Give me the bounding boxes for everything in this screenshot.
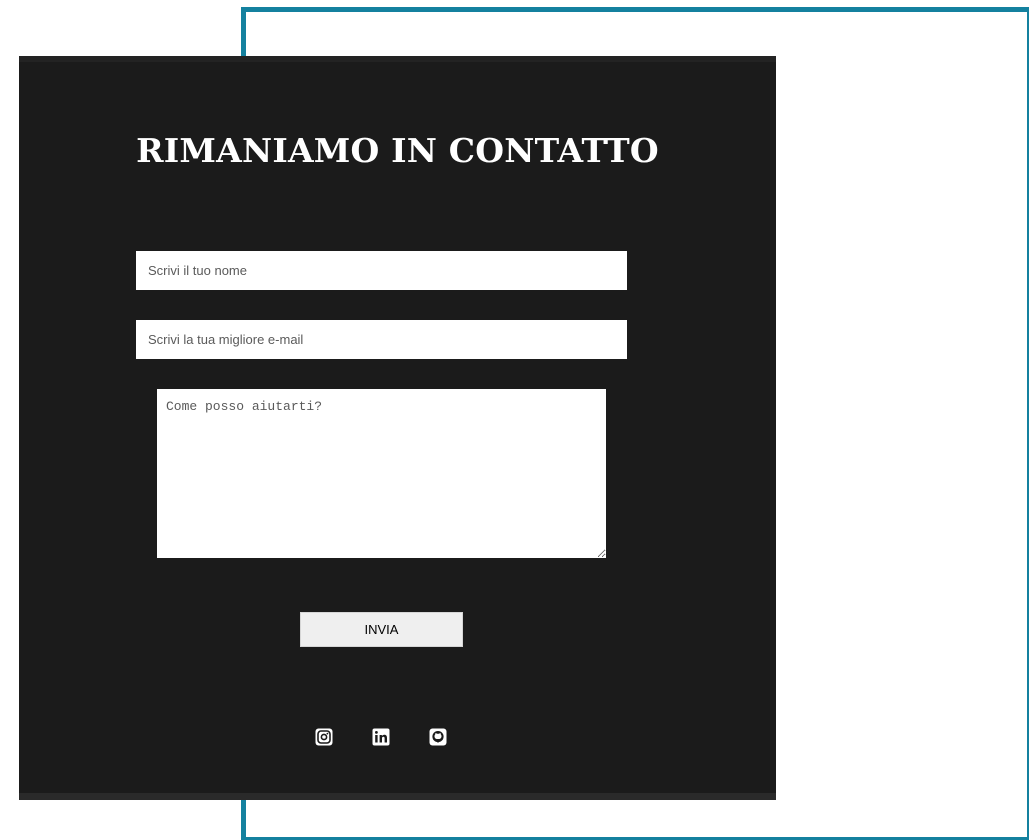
- github-icon: [429, 728, 447, 746]
- github-link[interactable]: [429, 728, 447, 746]
- social-links: [315, 728, 455, 748]
- linkedin-link[interactable]: [372, 728, 390, 746]
- submit-button[interactable]: INVIA: [300, 612, 463, 647]
- instagram-icon: [315, 728, 333, 746]
- page-title: RIMANIAMO IN CONTATTO: [136, 131, 659, 170]
- panel-bottom-divider: [19, 793, 776, 800]
- name-input[interactable]: [136, 251, 627, 290]
- email-input[interactable]: [136, 320, 627, 359]
- contact-panel: RIMANIAMO IN CONTATTO INVIA: [19, 56, 776, 800]
- message-textarea[interactable]: [157, 389, 606, 558]
- instagram-link[interactable]: [315, 728, 333, 746]
- panel-top-divider: [19, 56, 776, 62]
- linkedin-icon: [372, 728, 390, 746]
